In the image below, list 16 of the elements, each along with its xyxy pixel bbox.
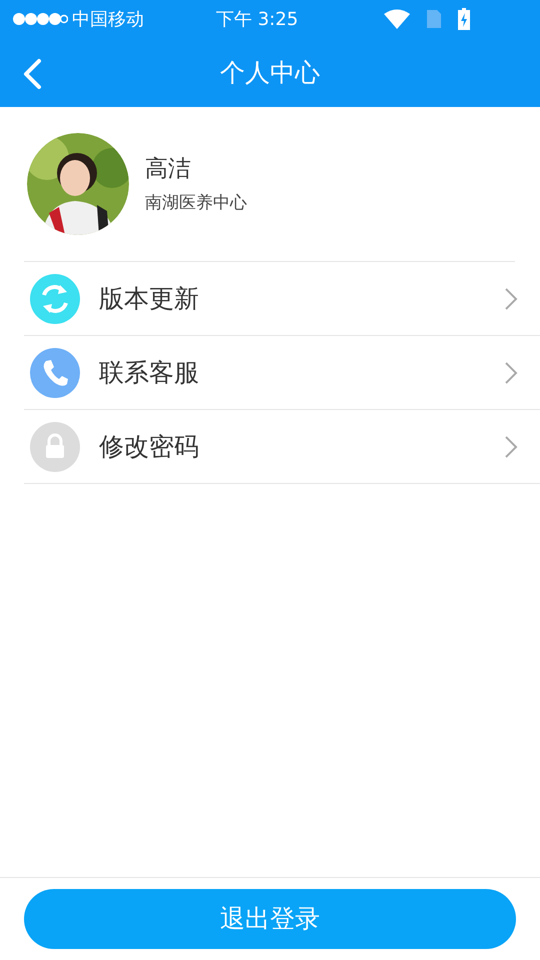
menu-item[interactable]: 版本更新 <box>24 262 540 336</box>
user-name: 高洁 <box>145 155 192 184</box>
signal-icon <box>12 12 68 26</box>
wifi-icon <box>384 9 410 29</box>
back-icon <box>22 58 42 90</box>
menu-item[interactable]: 修改密码 <box>24 410 540 484</box>
status-time: 下午 3:25 <box>215 8 298 32</box>
battery-icon <box>458 8 470 30</box>
chevron-icon <box>504 360 518 384</box>
chevron-icon <box>504 434 518 458</box>
sim-icon <box>426 9 442 29</box>
organization-name: 南湖医养中心 <box>145 192 247 214</box>
menu-item[interactable]: 联系客服 <box>24 336 540 410</box>
page-title: 个人中心 <box>220 56 320 89</box>
carrier-name: 中国移动 <box>72 8 144 32</box>
chevron-icon <box>504 286 518 310</box>
